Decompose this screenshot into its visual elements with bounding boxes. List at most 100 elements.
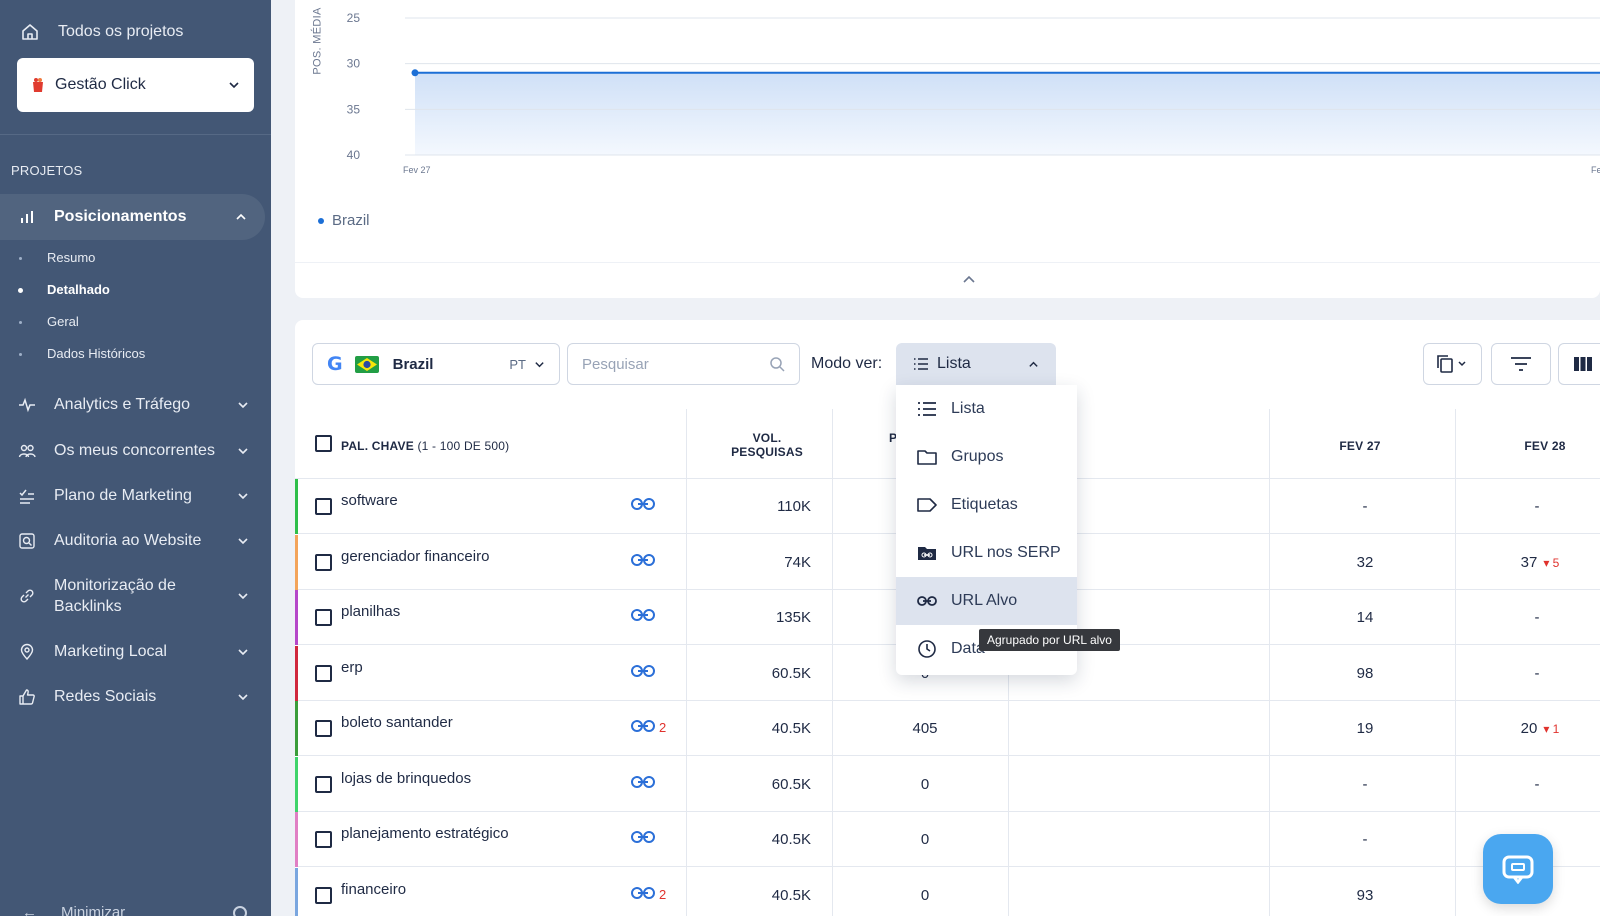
view-mode-option-lista[interactable]: Lista xyxy=(896,385,1077,433)
row-color-bar xyxy=(295,701,298,756)
sidebar-item-label: Posicionamentos xyxy=(54,208,187,225)
column-divider xyxy=(1455,409,1456,916)
row-checkbox[interactable] xyxy=(315,664,332,682)
link-icon[interactable] xyxy=(631,830,655,844)
search-icon xyxy=(770,357,785,372)
y-tick-label: 25 xyxy=(347,11,361,25)
minimize-button[interactable]: ← Minimizar xyxy=(22,904,125,916)
chevron-down-icon xyxy=(238,492,248,499)
table-row[interactable]: planejamento estratégico40.5K0-- xyxy=(295,812,1600,867)
select-all-checkbox[interactable] xyxy=(315,435,332,452)
row-checkbox[interactable] xyxy=(315,775,332,793)
fev28-cell: 37 ▾ 5 xyxy=(1480,554,1600,571)
chat-button[interactable] xyxy=(1483,834,1553,904)
view-mode-option-url-serp[interactable]: URL nos SERP xyxy=(896,529,1077,577)
row-checkbox[interactable] xyxy=(315,609,332,626)
view-mode-option-etiquetas[interactable]: Etiquetas xyxy=(896,481,1077,529)
search-engine-select[interactable]: G Brazil PT xyxy=(312,343,560,385)
volume-cell: 40.5K xyxy=(771,831,811,848)
chart-y-axis-title: POS. MÉDIA xyxy=(310,5,330,77)
search-input[interactable] xyxy=(582,355,762,373)
keyword-text[interactable]: lojas de brinquedos xyxy=(341,770,471,787)
view-mode-label: Modo ver: xyxy=(811,355,883,372)
row-color-bar xyxy=(295,867,298,916)
search-field[interactable] xyxy=(567,343,800,385)
y-tick-label: 35 xyxy=(347,102,361,116)
row-checkbox[interactable] xyxy=(315,553,332,571)
table-row[interactable]: financeiro240.5K093- xyxy=(295,867,1600,916)
keyword-text[interactable]: financeiro xyxy=(341,881,406,898)
columns-icon xyxy=(1574,357,1592,371)
filter-button[interactable] xyxy=(1491,343,1551,385)
sidebar-item-label: Marketing Local xyxy=(54,643,167,660)
table-row[interactable]: boleto santander 2 40.5K 405 19 20 ▾ 1 xyxy=(295,701,1600,756)
link-icon[interactable] xyxy=(631,719,655,733)
link-icon[interactable] xyxy=(631,497,655,511)
sidebar-item-redes-sociais[interactable]: Redes Sociais xyxy=(0,686,271,707)
position-change: ▾ 5 xyxy=(1543,555,1560,570)
view-mode-option-grupos[interactable]: Grupos xyxy=(896,433,1077,481)
chart-card-divider xyxy=(295,262,1600,263)
volume-cell: 110K xyxy=(777,498,811,515)
sidebar-item-backlinks[interactable]: Monitorização de Backlinks xyxy=(0,575,250,617)
link-icon[interactable] xyxy=(631,608,655,622)
keyword-text[interactable]: gerenciador financeiro xyxy=(341,548,489,565)
row-color-bar xyxy=(295,756,298,812)
chevron-up-icon xyxy=(236,213,246,220)
fev28-cell: - xyxy=(1480,498,1600,515)
row-checkbox[interactable] xyxy=(315,498,332,515)
sidebar-item-label: Auditoria ao Website xyxy=(54,532,202,549)
header-fev28[interactable]: FEV 28 xyxy=(1495,439,1595,453)
sidebar-item-analytics[interactable]: Analytics e Tráfego xyxy=(0,394,271,415)
chevron-down-icon xyxy=(238,447,248,454)
sub-label: Detalhado xyxy=(47,282,110,297)
link-count: 2 xyxy=(659,720,667,735)
chevron-down-icon xyxy=(238,537,248,544)
copy-menu-button[interactable] xyxy=(1423,343,1482,385)
link-icon[interactable] xyxy=(631,553,655,567)
legend-label: Brazil xyxy=(332,212,370,229)
columns-button[interactable] xyxy=(1558,343,1600,385)
collapse-chevron-icon[interactable] xyxy=(962,274,976,284)
keyword-text[interactable]: boleto santander xyxy=(341,714,453,731)
fev28-cell: 20 ▾ 1 xyxy=(1480,720,1600,737)
table-row[interactable]: lojas de brinquedos 60.5K 0 - - xyxy=(295,756,1600,812)
sidebar-item-plano-marketing[interactable]: Plano de Marketing xyxy=(0,485,271,506)
help-icon[interactable] xyxy=(233,906,247,916)
row-checkbox[interactable] xyxy=(315,886,332,904)
fev27-cell: 93 xyxy=(1356,886,1374,904)
link-icon[interactable] xyxy=(631,775,655,789)
view-mode-option-url-alvo[interactable]: URL Alvo xyxy=(896,577,1077,625)
sidebar-item-auditoria[interactable]: Auditoria ao Website xyxy=(0,530,271,551)
keyword-text[interactable]: planejamento estratégico xyxy=(341,825,509,842)
link-icon[interactable] xyxy=(631,664,655,678)
x-tick-label: Fev 27 xyxy=(403,165,431,175)
chart-legend[interactable]: Brazil xyxy=(318,212,370,229)
sub-label: Geral xyxy=(47,314,79,329)
header-volume[interactable]: VOL. PESQUISAS xyxy=(707,431,827,459)
option-label: Etiquetas xyxy=(951,496,1018,513)
view-mode-value: Lista xyxy=(937,355,971,372)
fev27-cell: - xyxy=(1362,831,1368,848)
volume-cell: 74K xyxy=(784,553,811,571)
header-fev27[interactable]: FEV 27 xyxy=(1310,439,1410,453)
sidebar-item-label: Plano de Marketing xyxy=(54,487,192,504)
row-color-bar xyxy=(295,645,298,701)
sidebar-item-posicionamentos[interactable]: Posicionamentos xyxy=(0,194,265,240)
header-keyword[interactable]: PAL. CHAVE (1 - 100 DE 500) xyxy=(341,439,509,453)
row-checkbox[interactable] xyxy=(315,831,332,848)
keyword-text[interactable]: erp xyxy=(341,659,363,676)
link-icon[interactable] xyxy=(631,886,655,900)
view-mode-select[interactable]: Lista xyxy=(896,343,1056,385)
chevron-down-icon xyxy=(535,361,544,367)
fev27-cell: 98 xyxy=(1356,664,1374,682)
keyword-text[interactable]: software xyxy=(341,492,398,509)
row-color-bar xyxy=(295,812,298,867)
keyword-text[interactable]: planilhas xyxy=(341,603,400,620)
row-checkbox[interactable] xyxy=(315,720,332,737)
link-count: 2 xyxy=(659,886,667,902)
sidebar-item-marketing-local[interactable]: Marketing Local xyxy=(0,641,271,662)
audit-icon xyxy=(19,532,35,549)
sidebar-item-concorrentes[interactable]: Os meus concorrentes xyxy=(0,440,271,461)
y-tick-label: 40 xyxy=(347,148,361,162)
